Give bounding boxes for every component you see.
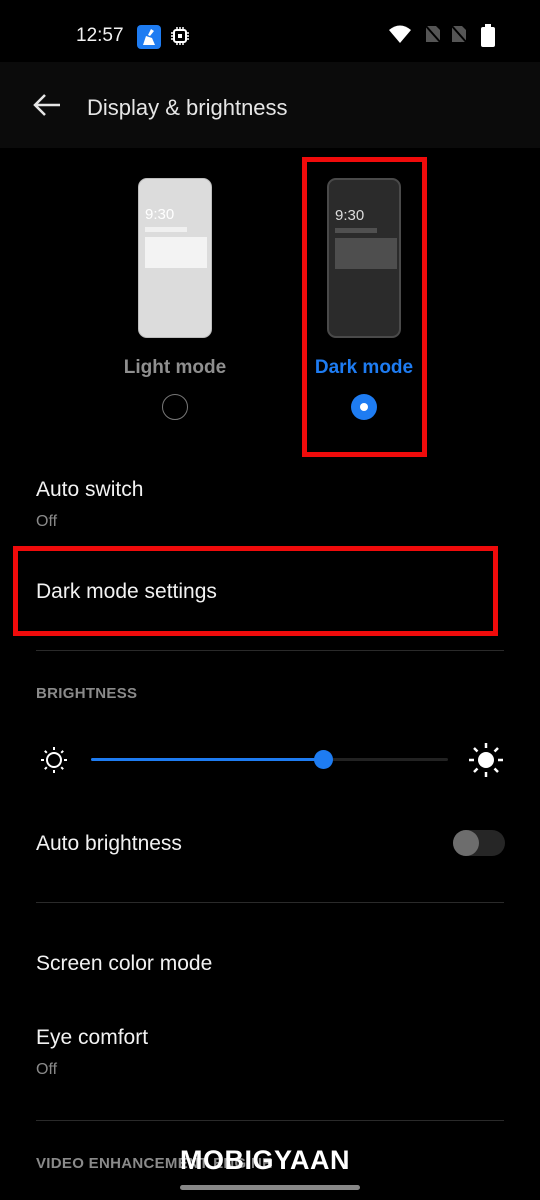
back-button[interactable] xyxy=(30,90,64,120)
auto-switch-value: Off xyxy=(36,513,58,530)
auto-switch-title: Auto switch xyxy=(36,478,144,501)
light-mode-radio[interactable] xyxy=(162,394,188,420)
brightness-header: BRIGHTNESS xyxy=(36,685,138,702)
brightness-slider-fill xyxy=(91,758,324,761)
battery-icon xyxy=(480,24,496,53)
dark-mode-settings-highlight xyxy=(13,546,498,636)
preview-card xyxy=(145,237,207,268)
preview-line xyxy=(145,227,187,232)
watermark: MOBIGYAAN xyxy=(180,1145,351,1175)
divider xyxy=(36,650,504,651)
cleaner-app-icon xyxy=(137,25,161,49)
home-indicator[interactable] xyxy=(180,1185,360,1190)
status-time: 12:57 xyxy=(76,25,124,46)
light-mode-label[interactable]: Light mode xyxy=(95,357,255,379)
chip-icon xyxy=(170,26,190,46)
auto-brightness-toggle[interactable] xyxy=(453,830,505,856)
divider xyxy=(36,1120,504,1121)
sun-filled-icon xyxy=(468,742,504,783)
divider xyxy=(36,902,504,903)
toggle-knob xyxy=(453,830,479,856)
arrow-left-icon xyxy=(33,94,60,116)
light-phone-preview: 9:30 xyxy=(138,178,212,338)
status-bar: 12:57 xyxy=(0,0,540,62)
brightness-slider-thumb[interactable] xyxy=(314,750,334,769)
no-sim-icon xyxy=(424,24,442,49)
preview-time: 9:30 xyxy=(145,206,175,223)
sun-outline-icon xyxy=(39,745,69,780)
page-title: Display & brightness xyxy=(87,95,288,120)
no-sim-icon xyxy=(450,24,468,49)
wifi-icon xyxy=(388,24,412,49)
dark-mode-highlight xyxy=(302,157,427,457)
app-bar: Display & brightness xyxy=(0,62,540,148)
eye-comfort-value: Off xyxy=(36,1061,58,1078)
auto-brightness-title: Auto brightness xyxy=(36,832,182,855)
eye-comfort-title: Eye comfort xyxy=(36,1026,149,1049)
brightness-slider[interactable] xyxy=(91,750,448,769)
screen-color-mode-title: Screen color mode xyxy=(36,952,213,975)
light-mode-preview[interactable]: 9:30 xyxy=(138,178,212,338)
